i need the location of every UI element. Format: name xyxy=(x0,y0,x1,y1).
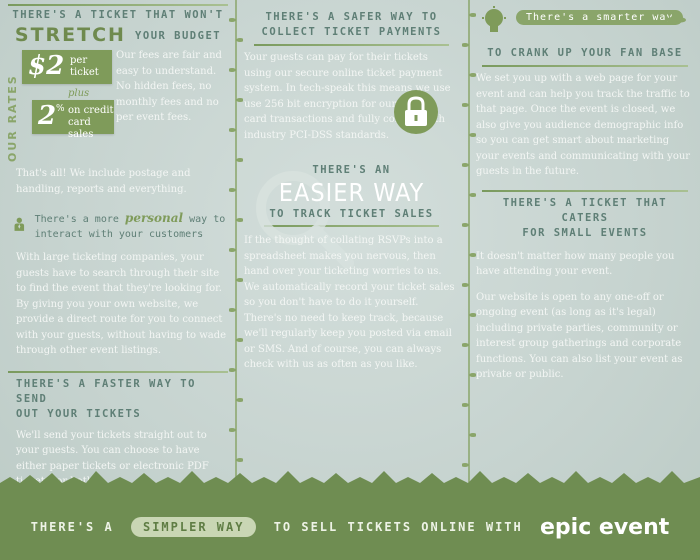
lightbulb-icon xyxy=(482,6,506,32)
easier-big: EASIER WAY xyxy=(278,178,425,207)
personal-body: With large ticketing companies, your gue… xyxy=(16,252,227,356)
brochure-page: There's a ticket that won't STRETCH your… xyxy=(0,0,700,560)
stretch-word: STRETCH xyxy=(14,24,126,46)
faster-heading-1: There's a faster way to send xyxy=(16,377,196,405)
postage-text: That's all! We include postage and handl… xyxy=(16,168,191,195)
our-rates-label: OUR RATES xyxy=(6,74,19,162)
ornament-line xyxy=(254,44,449,46)
percent-sign: % xyxy=(56,104,65,114)
rates-block: OUR RATES $2 per ticket plus 2 % on cred… xyxy=(6,50,228,162)
footer-tagline: THERE'S A SIMPLER WAY TO SELL TICKETS ON… xyxy=(0,515,700,540)
smarter-body: We set you up with a web page for your e… xyxy=(476,73,691,177)
ornament-line xyxy=(482,189,688,192)
person-icon xyxy=(14,217,25,231)
easier-body: If the thought of collating RSVPs into a… xyxy=(244,235,455,370)
small-body-2: Our website is open to any one-off or on… xyxy=(476,291,683,381)
grass-ornament-icon xyxy=(0,471,700,491)
price-value: $2 xyxy=(28,51,65,81)
smarter-pill: There's a smarter way xyxy=(516,10,684,25)
ornament-line xyxy=(8,370,228,373)
easier-post: to track ticket sales xyxy=(269,208,434,220)
footer-banner: THERE'S A SIMPLER WAY TO SELL TICKETS ON… xyxy=(0,471,700,560)
personal-intro-1: There's a more xyxy=(34,214,119,225)
column-right: There's a smarter way to crank up your f… xyxy=(476,0,694,485)
column-left: There's a ticket that won't STRETCH your… xyxy=(6,0,228,487)
personal-heading: There's a more personal way to interact … xyxy=(14,211,228,242)
small-heading-2: for small events xyxy=(522,226,648,239)
leaf-ornament-icon xyxy=(666,17,686,23)
small-heading-1: There's a ticket that caters xyxy=(502,196,668,224)
on-credit-label: on credit card sales xyxy=(68,105,114,140)
vine-ornament-icon xyxy=(462,0,476,485)
column-middle: There's a safer way to collect ticket pa… xyxy=(244,0,459,485)
ornament-line xyxy=(482,65,688,67)
footer-pill: SIMPLER WAY xyxy=(130,517,257,537)
per-ticket-label: per ticket xyxy=(70,55,99,78)
personal-word: personal xyxy=(124,211,184,225)
padlock-icon xyxy=(394,90,438,134)
faster-heading-2: out your tickets xyxy=(16,407,142,420)
brand-logo: epic event xyxy=(540,515,670,540)
credit-card-ribbon: 2 % on credit card sales xyxy=(32,100,114,140)
safer-heading-1: There's a safer way to xyxy=(265,11,438,23)
budget-heading: There's a ticket that won't xyxy=(12,9,224,21)
plus-label: plus xyxy=(68,88,90,99)
vine-ornament-icon xyxy=(229,0,243,485)
safer-heading-2: collect ticket payments xyxy=(261,26,442,38)
ornament-line xyxy=(8,4,228,6)
small-body-1: It doesn't matter how many people you ha… xyxy=(476,250,675,278)
footer-post: TO SELL TICKETS ONLINE WITH xyxy=(273,520,523,534)
percent-value: 2 xyxy=(38,101,57,131)
per-ticket-ribbon: $2 per ticket xyxy=(22,50,112,84)
easier-pre: There's an xyxy=(312,164,391,176)
smarter-heading: to crank up your fan base xyxy=(487,47,683,59)
fees-text: Our fees are fair and easy to understand… xyxy=(116,50,222,123)
stretch-line: STRETCH your budget xyxy=(8,24,228,46)
your-budget-label: your budget xyxy=(135,30,222,42)
footer-pre: THERE'S A xyxy=(30,520,114,534)
easier-block: There's an EASIER WAY to track ticket sa… xyxy=(244,163,459,373)
smarter-pill-row: There's a smarter way xyxy=(476,4,694,38)
